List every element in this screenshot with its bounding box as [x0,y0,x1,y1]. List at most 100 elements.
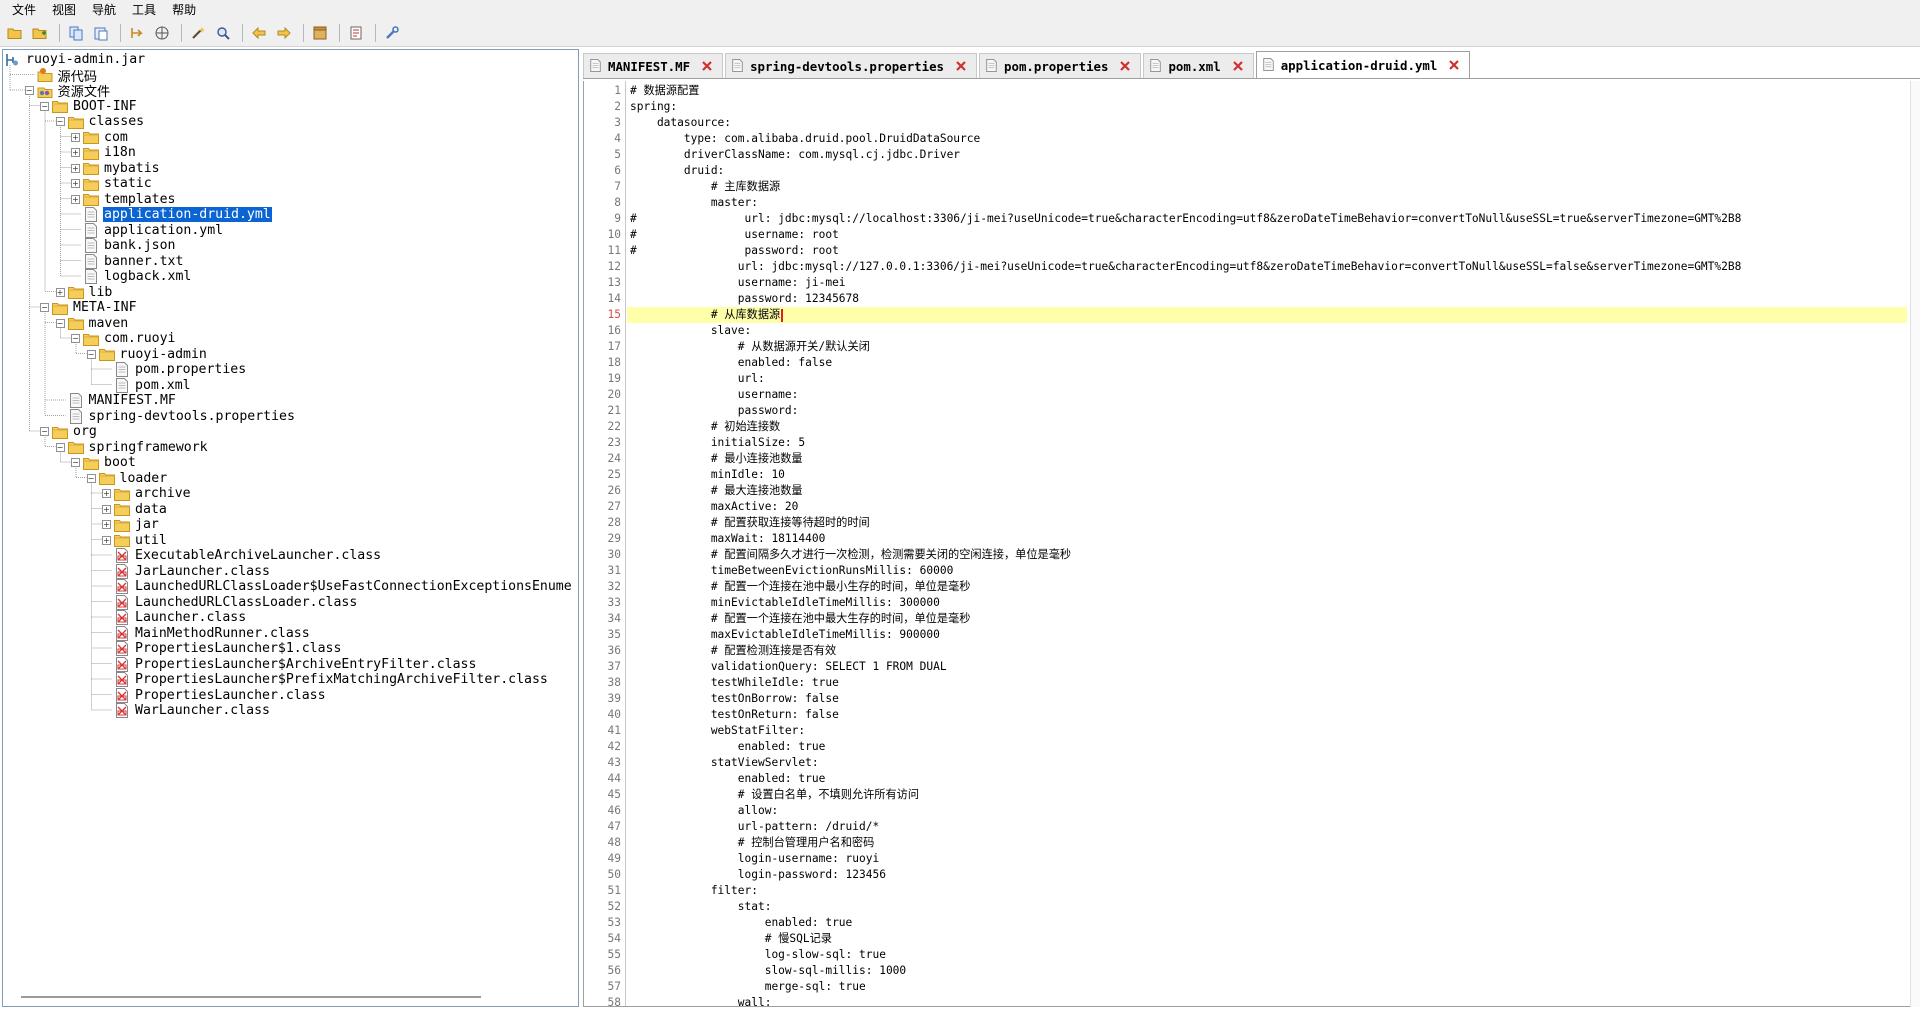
arrow-right-icon[interactable] [273,22,295,44]
code-line[interactable]: password: 12345678 [627,291,1907,307]
back-nav-icon[interactable] [126,22,148,44]
code-line[interactable]: timeBetweenEvictionRunsMillis: 60000 [627,563,1907,579]
code-line[interactable]: slave: [627,323,1907,339]
code-line[interactable]: # 从数据源开关/默认关闭 [627,339,1907,355]
archive-icon[interactable] [309,22,331,44]
tab-spring-devtools-properties[interactable]: spring-devtools.properties [725,53,978,78]
code-line[interactable]: # 配置一个连接在池中最大生存的时间，单位是毫秒 [627,611,1907,627]
code-line[interactable]: minIdle: 10 [627,467,1907,483]
code-line[interactable]: url-pattern: /druid/* [627,819,1907,835]
code-line[interactable]: merge-sql: true [627,979,1907,995]
collapse-toggle-icon[interactable]: − [55,442,65,452]
expand-toggle-icon[interactable]: + [71,148,80,157]
menu-file[interactable]: 文件 [4,0,44,20]
code-line[interactable]: # url: jdbc:mysql://localhost:3306/ji-me… [627,211,1907,227]
menu-navigate[interactable]: 导航 [84,0,124,20]
code-line[interactable]: type: com.alibaba.druid.pool.DruidDataSo… [627,131,1907,147]
code-line[interactable]: initialSize: 5 [627,435,1907,451]
collapse-toggle-icon[interactable]: − [40,427,49,436]
expand-toggle-icon[interactable]: + [71,179,80,188]
code-line[interactable]: # 最大连接池数量 [627,483,1907,499]
tab-pom-xml[interactable]: pom.xml [1143,53,1254,78]
code-line[interactable]: statViewServlet: [627,755,1907,771]
code-line[interactable]: # 配置获取连接等待超时的时间 [627,515,1907,531]
tree-item-warlauncher-class[interactable]: WarLauncher.class [102,701,271,720]
collapse-toggle-icon[interactable]: − [55,318,65,328]
collapse-toggle-icon[interactable]: − [71,334,80,343]
code-line[interactable]: stat: [627,899,1907,915]
code-line[interactable]: # 设置白名单，不填则允许所有访问 [627,787,1907,803]
code-line[interactable]: driverClassName: com.mysql.cj.jdbc.Drive… [627,147,1907,163]
code-line[interactable]: # username: root [627,227,1907,243]
code-line[interactable]: filter: [627,883,1907,899]
code-line[interactable]: # 数据源配置 [627,83,1907,99]
code-line[interactable]: datasource: [627,115,1907,131]
collapse-toggle-icon[interactable]: − [24,86,34,95]
code-line[interactable]: maxActive: 20 [627,499,1907,515]
wand-icon[interactable] [187,22,209,44]
code-line[interactable]: # 从库数据源 [627,307,1907,323]
code-line[interactable]: log-slow-sql: true [627,947,1907,963]
code-line[interactable]: password: [627,403,1907,419]
vertical-scrollbar[interactable] [1910,81,1920,1007]
tab-application-druid-yml[interactable]: application-druid.yml [1255,51,1471,78]
collapse-toggle-icon[interactable]: − [40,303,49,312]
close-icon[interactable] [1118,59,1132,73]
web-icon[interactable] [151,22,173,44]
code-line[interactable]: enabled: false [627,355,1907,371]
code-line[interactable]: testOnReturn: false [627,707,1907,723]
copy-icon[interactable] [65,22,87,44]
code-line[interactable]: # 配置检测连接是否有效 [627,643,1907,659]
document-icon[interactable] [345,22,367,44]
expand-toggle-icon[interactable]: + [102,520,111,529]
add-folder-icon[interactable] [29,22,51,44]
close-icon[interactable] [954,59,968,73]
code-line[interactable]: username: [627,387,1907,403]
code-line[interactable]: minEvictableIdleTimeMillis: 300000 [627,595,1907,611]
code-line[interactable]: enabled: true [627,771,1907,787]
close-icon[interactable] [1447,58,1461,72]
menu-tools[interactable]: 工具 [124,0,164,20]
code-editor[interactable]: 1 2 3 4 5 6 7 8 9 10 11 12 13 14 15 16 17 18 19 20 21 22 23 24 2… [583,81,1920,1007]
code-line[interactable]: druid: [627,163,1907,179]
settings-icon[interactable] [381,22,403,44]
expand-toggle-icon[interactable]: + [71,163,80,173]
tab-pom-properties[interactable]: pom.properties [979,53,1142,78]
code-line[interactable]: allow: [627,803,1907,819]
collapse-toggle-icon[interactable]: − [40,101,49,111]
code-line[interactable]: slow-sql-millis: 1000 [627,963,1907,979]
code-line[interactable]: # 最小连接池数量 [627,451,1907,467]
code-line[interactable]: spring: [627,99,1907,115]
code-line[interactable]: # password: root [627,243,1907,259]
code-line[interactable]: username: ji-mei [627,275,1907,291]
arrow-left-icon[interactable] [248,22,270,44]
search-icon[interactable] [212,22,234,44]
code-line[interactable]: wall: [627,995,1907,1006]
code-line[interactable]: login-username: ruoyi [627,851,1907,867]
code-line[interactable]: testWhileIdle: true [627,675,1907,691]
expand-toggle-icon[interactable]: + [102,504,111,514]
menu-help[interactable]: 帮助 [164,0,204,20]
code-line[interactable]: url: jdbc:mysql://127.0.0.1:3306/ji-mei?… [627,259,1907,275]
code-line[interactable]: # 配置一个连接在池中最小生存的时间，单位是毫秒 [627,579,1907,595]
collapse-toggle-icon[interactable]: − [55,117,65,126]
code-line[interactable]: # 慢SQL记录 [627,931,1907,947]
collapse-toggle-icon[interactable]: − [86,349,96,359]
menu-view[interactable]: 视图 [44,0,84,20]
expand-toggle-icon[interactable]: + [71,194,80,204]
expand-toggle-icon[interactable]: + [55,287,65,297]
code-line[interactable]: enabled: true [627,915,1907,931]
expand-toggle-icon[interactable]: + [102,535,111,545]
code-line[interactable]: login-password: 123456 [627,867,1907,883]
code-line[interactable]: master: [627,195,1907,211]
close-icon[interactable] [1231,59,1245,73]
collapse-toggle-icon[interactable]: − [71,458,80,467]
expand-toggle-icon[interactable]: + [71,132,80,142]
code-line[interactable]: # 主库数据源 [627,179,1907,195]
horizontal-scrollbar[interactable] [21,996,481,998]
open-folder-icon[interactable] [4,22,26,44]
tab-manifest-mf[interactable]: MANIFEST.MF [583,53,724,78]
code-line[interactable]: maxWait: 18114400 [627,531,1907,547]
close-icon[interactable] [700,59,714,73]
code-line[interactable]: # 配置间隔多久才进行一次检测，检测需要关闭的空闲连接，单位是毫秒 [627,547,1907,563]
